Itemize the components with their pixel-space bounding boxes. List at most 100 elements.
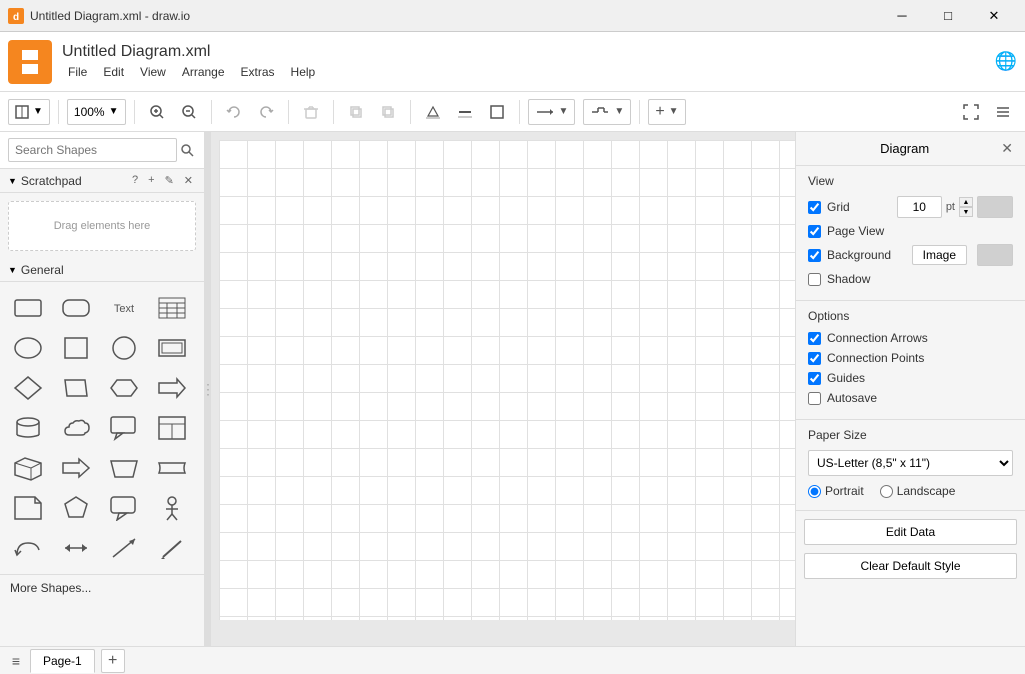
- menu-edit[interactable]: Edit: [97, 63, 130, 81]
- shape-ellipse[interactable]: [8, 330, 48, 366]
- shape-cloud[interactable]: [56, 410, 96, 446]
- background-checkbox[interactable]: [808, 249, 821, 262]
- grid-color-swatch[interactable]: [977, 196, 1013, 218]
- autosave-checkbox[interactable]: [808, 392, 821, 405]
- connection-points-label[interactable]: Connection Points: [827, 351, 1013, 365]
- delete-button[interactable]: [297, 98, 325, 126]
- canvas[interactable]: [219, 140, 795, 620]
- shape-rect-rounded[interactable]: [8, 290, 48, 326]
- zoom-dropdown[interactable]: 100% ▼: [67, 99, 126, 125]
- search-icon[interactable]: [177, 138, 196, 162]
- background-color-swatch[interactable]: [977, 244, 1013, 266]
- maximize-button[interactable]: □: [925, 0, 971, 32]
- search-input[interactable]: [8, 138, 177, 162]
- redo-button[interactable]: [252, 98, 280, 126]
- shape-wave[interactable]: [152, 450, 192, 486]
- guides-checkbox[interactable]: [808, 372, 821, 385]
- shape-rect-double[interactable]: [152, 330, 192, 366]
- guides-label[interactable]: Guides: [827, 371, 1013, 385]
- autosave-label[interactable]: Autosave: [827, 391, 1013, 405]
- globe-icon[interactable]: 🌐: [995, 51, 1017, 72]
- scratchpad-header[interactable]: ▼ Scratchpad ? + ✎ ✕: [0, 169, 204, 193]
- shape-double-arrow[interactable]: [56, 530, 96, 566]
- connection-points-checkbox[interactable]: [808, 352, 821, 365]
- scratchpad-close[interactable]: ✕: [181, 173, 196, 188]
- menu-arrange[interactable]: Arrange: [176, 63, 231, 81]
- shape-pentagon[interactable]: [56, 490, 96, 526]
- fill-color-button[interactable]: [419, 98, 447, 126]
- shape-text[interactable]: Text: [104, 290, 144, 326]
- edit-data-button[interactable]: Edit Data: [804, 519, 1017, 545]
- menu-extras[interactable]: Extras: [235, 63, 281, 81]
- shape-diamond[interactable]: [8, 370, 48, 406]
- landscape-radio[interactable]: [880, 485, 893, 498]
- shape-table[interactable]: [152, 290, 192, 326]
- format-button[interactable]: [989, 98, 1017, 126]
- more-shapes-button[interactable]: More Shapes...: [0, 574, 204, 601]
- undo-button[interactable]: [220, 98, 248, 126]
- shape-speech-bubble[interactable]: [104, 490, 144, 526]
- menu-file[interactable]: File: [62, 63, 93, 81]
- shape-callout[interactable]: [104, 410, 144, 446]
- shape-button[interactable]: [483, 98, 511, 126]
- page-view-checkbox[interactable]: [808, 225, 821, 238]
- shadow-label[interactable]: Shadow: [827, 272, 1013, 286]
- shape-parallelogram[interactable]: [56, 370, 96, 406]
- portrait-radio[interactable]: [808, 485, 821, 498]
- grid-checkbox[interactable]: [808, 201, 821, 214]
- paper-size-select[interactable]: US-Letter (8,5" x 11") A4 (210 x 297 mm)…: [808, 450, 1013, 476]
- landscape-option[interactable]: Landscape: [880, 484, 956, 498]
- waypoint-style-button[interactable]: ▼: [583, 99, 631, 125]
- shape-undo-arrow[interactable]: [8, 530, 48, 566]
- shape-hexagon[interactable]: [104, 370, 144, 406]
- shape-note[interactable]: [8, 490, 48, 526]
- shape-arrow-right[interactable]: [152, 370, 192, 406]
- page-view-label[interactable]: Page View: [827, 224, 1013, 238]
- general-section-header[interactable]: ▼ General: [0, 259, 204, 282]
- canvas-area[interactable]: [211, 132, 795, 646]
- scratchpad-help[interactable]: ?: [129, 173, 141, 188]
- grid-down-button[interactable]: ▼: [959, 207, 973, 217]
- minimize-button[interactable]: ─: [879, 0, 925, 32]
- connection-arrows-label[interactable]: Connection Arrows: [827, 331, 1013, 345]
- shape-pencil[interactable]: [152, 530, 192, 566]
- background-image-button[interactable]: Image: [912, 245, 967, 265]
- shape-square[interactable]: [56, 330, 96, 366]
- right-panel-close[interactable]: ✕: [1001, 140, 1013, 157]
- close-button[interactable]: ✕: [971, 0, 1017, 32]
- zoom-out-button[interactable]: [175, 98, 203, 126]
- shadow-checkbox[interactable]: [808, 273, 821, 286]
- background-label[interactable]: Background: [827, 248, 906, 262]
- scratchpad-add[interactable]: +: [145, 173, 157, 188]
- landscape-label[interactable]: Landscape: [897, 484, 956, 498]
- menu-view[interactable]: View: [134, 63, 172, 81]
- menu-help[interactable]: Help: [285, 63, 322, 81]
- shape-table2[interactable]: [152, 410, 192, 446]
- grid-up-button[interactable]: ▲: [959, 197, 973, 207]
- page-menu-button[interactable]: ≡: [4, 649, 28, 673]
- grid-value-input[interactable]: [897, 196, 942, 218]
- shape-diagonal-arrow[interactable]: [104, 530, 144, 566]
- insert-button[interactable]: + ▼: [648, 99, 685, 125]
- page-tab-1[interactable]: Page-1: [30, 649, 95, 673]
- to-front-button[interactable]: [342, 98, 370, 126]
- shape-circle[interactable]: [104, 330, 144, 366]
- connection-style-button[interactable]: ▼: [528, 99, 576, 125]
- shape-arrow-bend[interactable]: [56, 450, 96, 486]
- view-toggle-button[interactable]: ▼: [8, 99, 50, 125]
- zoom-in-button[interactable]: [143, 98, 171, 126]
- shape-person[interactable]: [152, 490, 192, 526]
- to-back-button[interactable]: [374, 98, 402, 126]
- portrait-option[interactable]: Portrait: [808, 484, 864, 498]
- connection-arrows-checkbox[interactable]: [808, 332, 821, 345]
- shape-cube[interactable]: [8, 450, 48, 486]
- shape-rect[interactable]: [56, 290, 96, 326]
- add-page-button[interactable]: +: [101, 649, 125, 673]
- scratchpad-edit[interactable]: ✎: [162, 173, 177, 188]
- shape-trapezoid[interactable]: [104, 450, 144, 486]
- grid-label[interactable]: Grid: [827, 200, 891, 214]
- line-color-button[interactable]: [451, 98, 479, 126]
- clear-default-style-button[interactable]: Clear Default Style: [804, 553, 1017, 579]
- portrait-label[interactable]: Portrait: [825, 484, 864, 498]
- fullscreen-button[interactable]: [957, 98, 985, 126]
